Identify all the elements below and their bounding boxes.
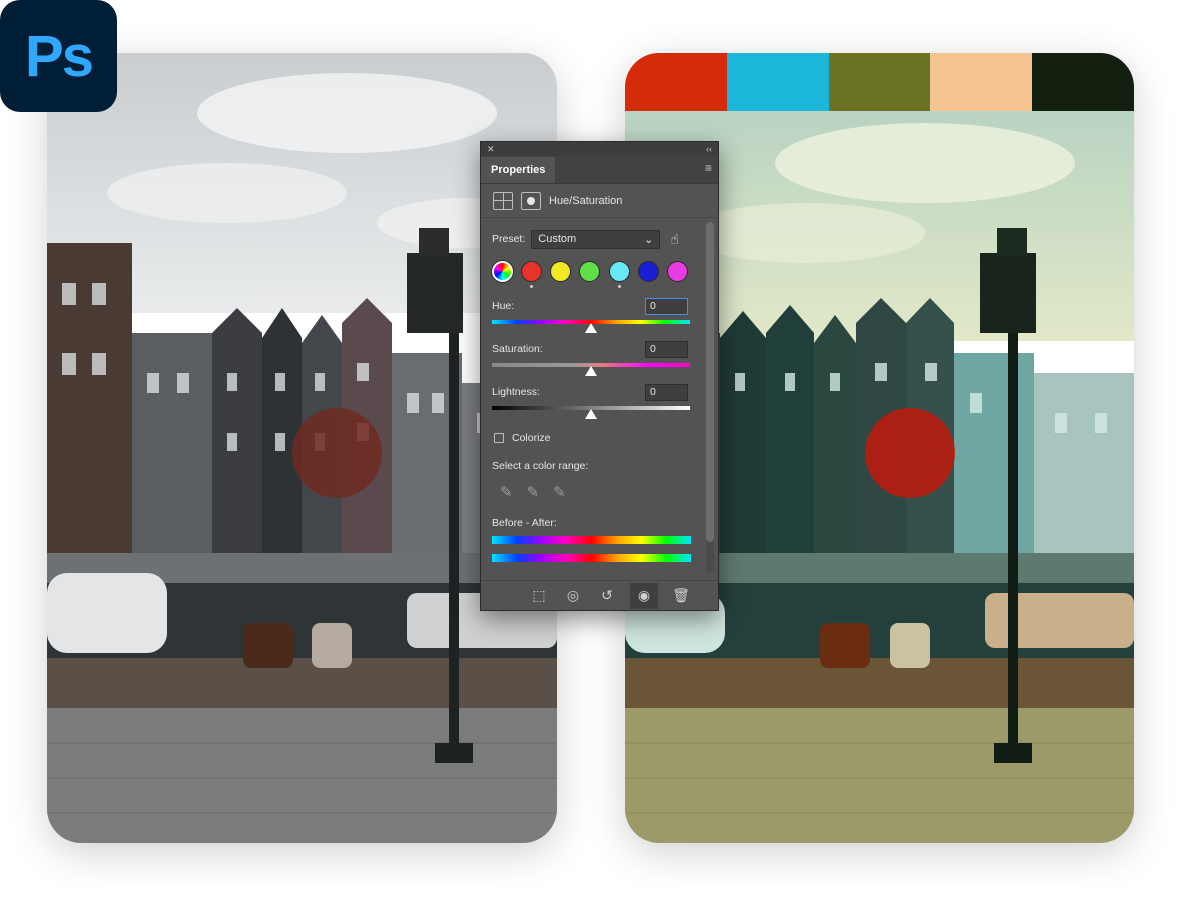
close-icon[interactable]: ✕ [487,144,495,155]
adjustment-layer-icon[interactable] [493,191,513,210]
colorize-checkbox[interactable] [494,433,504,443]
saturation-input[interactable]: 0 [645,340,688,358]
clip-to-layer-icon[interactable]: ⬚ [528,585,550,607]
color-range-label: Select a color range: [492,460,589,472]
color-range-reds[interactable] [521,261,543,282]
lightness-slider-thumb[interactable] [585,409,597,419]
view-previous-state-icon[interactable]: ◎ [562,585,584,607]
palette-swatch [726,53,829,111]
visibility-eye-icon[interactable]: ◉ [630,582,658,609]
eyedropper-subtract-icon[interactable]: ✎ [553,483,566,505]
colorize-label: Colorize [512,432,551,444]
hue-label: Hue: [492,300,515,312]
saturation-label: Saturation: [492,343,543,355]
panel-body: Preset: Custom ⌄ ☝ Hue: 0 Saturation: 0 … [481,218,718,562]
range-marker [530,285,534,288]
eyedropper-icon[interactable]: ✎ [500,483,513,505]
hue-slider[interactable] [492,320,690,333]
panel-menu-icon[interactable]: ≡ [705,161,718,183]
palette-swatch [930,53,1033,111]
collapse-icon[interactable]: ‹‹ [706,144,712,154]
preset-row: Preset: Custom ⌄ ☝ [492,228,688,250]
saturation-slider[interactable] [492,363,690,376]
lightness-control: Lightness: 0 [492,383,690,419]
after-spectrum-bar [492,554,691,562]
lightness-slider[interactable] [492,406,690,419]
delete-trash-icon[interactable]: 🗑 [670,585,692,607]
hue-slider-thumb[interactable] [585,323,597,333]
panel-footer: ⬚ ◎ ↺ ◉ 🗑 [481,580,718,610]
palette-swatch [625,53,727,111]
color-palette [625,53,1134,111]
color-range-greens[interactable] [579,261,601,282]
color-range-blues[interactable] [637,261,659,282]
color-range-cyans[interactable] [608,261,630,282]
saturation-control: Saturation: 0 [492,340,690,376]
tab-properties[interactable]: Properties [481,157,556,183]
lightness-label: Lightness: [492,386,540,398]
layer-mask-icon[interactable] [521,191,541,210]
before-after-label: Before - After: [492,517,557,529]
colorize-row: Colorize [492,430,688,446]
color-range-selector [492,261,688,288]
eyedropper-add-icon[interactable]: ✎ [527,483,540,505]
before-spectrum-bar [492,536,691,544]
adjustment-title: Hue/Saturation [549,194,623,207]
targeted-adjustment-hand-icon[interactable]: ☝ [670,231,679,248]
preset-dropdown[interactable]: Custom ⌄ [531,229,661,249]
color-range-magentas[interactable] [666,261,688,282]
photoshop-logo: Ps [0,0,117,112]
properties-panel: ✕ ‹‹ Properties ≡ Hue/Saturation Preset:… [480,141,719,611]
palette-swatch [828,53,931,111]
range-marker [617,285,621,288]
preset-value: Custom [538,233,577,245]
color-range-yellows[interactable] [550,261,572,282]
panel-topbar: ✕ ‹‹ [481,142,718,156]
reset-icon[interactable]: ↺ [596,585,618,607]
lightness-input[interactable]: 0 [645,383,688,401]
chevron-down-icon: ⌄ [644,233,654,246]
color-range-master[interactable] [492,261,514,282]
palette-swatch [1032,53,1134,111]
saturation-slider-thumb[interactable] [585,366,597,376]
hue-control: Hue: 0 [492,297,690,333]
preset-label: Preset: [492,233,526,245]
hue-input[interactable]: 0 [645,297,688,315]
adjustment-header: Hue/Saturation [481,184,718,218]
panel-tabs: Properties ≡ [481,156,718,184]
eyedropper-tools: ✎ ✎ ✎ [492,483,688,505]
